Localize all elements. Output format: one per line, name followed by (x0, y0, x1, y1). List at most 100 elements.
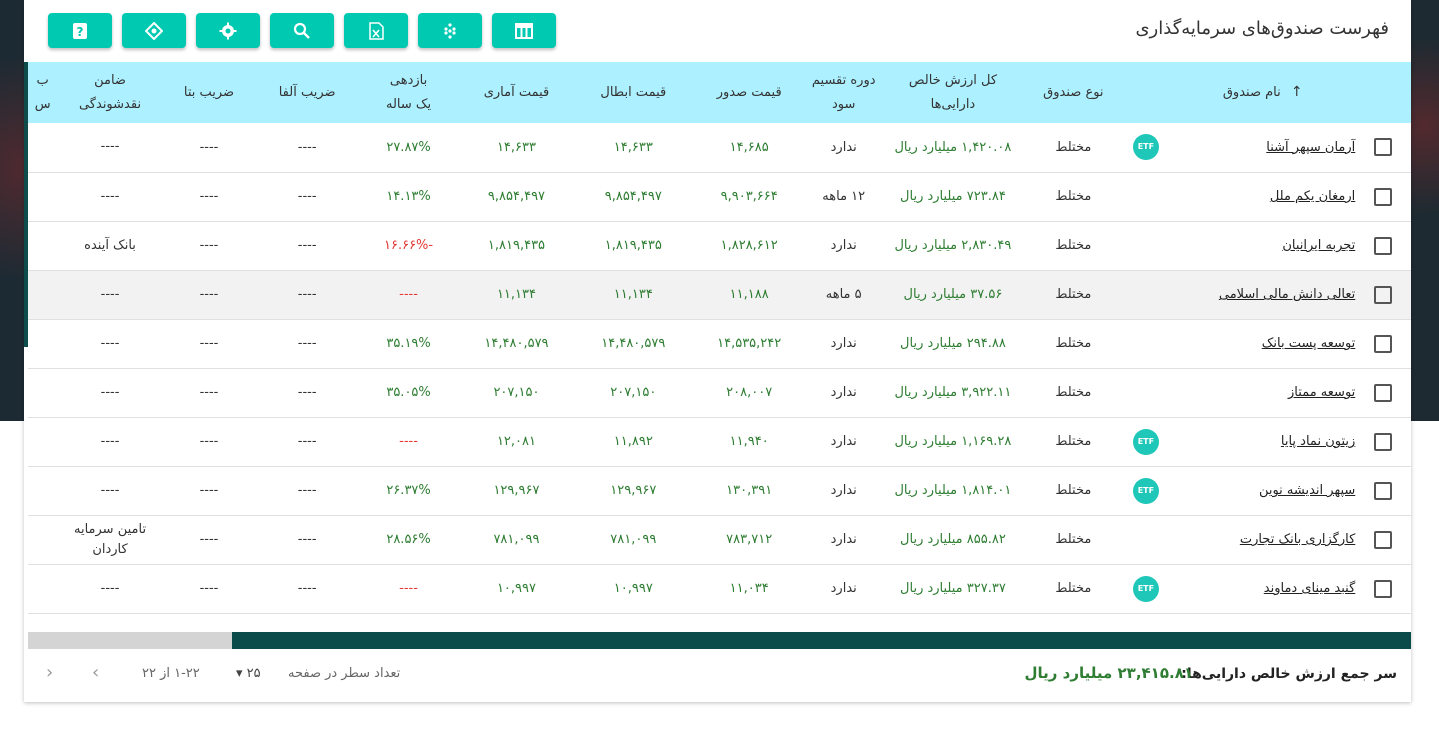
fund-name-link[interactable]: تعالی دانش مالی اسلامی (1219, 287, 1355, 302)
fund-type-cell: مختلط (1025, 466, 1122, 516)
row-checkbox-cell[interactable] (1355, 515, 1411, 565)
fund-type-cell: مختلط (1025, 564, 1122, 614)
table-row[interactable]: توسعه ممتاز مختلط ۳,۹۲۲.۱۱ میلیارد ریال ندا… (28, 368, 1411, 418)
header-fund-type[interactable]: نوع صندوق (1025, 62, 1122, 123)
columns-button[interactable] (492, 13, 556, 48)
row-checkbox-cell[interactable] (1355, 270, 1411, 320)
table-row[interactable]: گنبد مینای دماوند ETF مختلط ۳۲۷.۳۷ میلیارد … (28, 564, 1411, 614)
rows-per-page-label: تعداد سطر در صفحه (288, 666, 401, 681)
row-checkbox-cell[interactable] (1355, 564, 1411, 614)
row-checkbox-cell[interactable] (1355, 123, 1411, 173)
fund-name-link[interactable]: ارمغان یکم ملل (1270, 189, 1355, 204)
row-checkbox-cell[interactable] (1355, 466, 1411, 516)
funds-table-container[interactable]: ↑ نام صندوق نوع صندوق کل ارزش خالص دارایی… (28, 62, 1411, 632)
row-checkbox-cell[interactable] (1355, 172, 1411, 222)
table-row[interactable]: آرمان سپهر آشنا ETF مختلط ۱,۴۲۰.۰۸ میلیارد … (28, 123, 1411, 173)
density-button[interactable] (418, 13, 482, 48)
horizontal-scrollbar[interactable] (28, 632, 1411, 649)
dividend-period-cell: ندارد (806, 417, 881, 467)
header-nav[interactable]: کل ارزش خالص دارایی‌ها (880, 62, 1026, 123)
alpha-cell: ---- (255, 417, 360, 467)
sort-arrow-icon[interactable]: ↑ (1291, 84, 1303, 100)
header-cancel-price[interactable]: قیمت ابطال (574, 62, 692, 123)
reset-filters-button[interactable] (122, 13, 186, 48)
next-page-button[interactable]: › (92, 662, 99, 683)
issue-price-cell: ۱۱,۰۳۴ (691, 564, 807, 614)
header-truncated[interactable]: بس (28, 62, 58, 123)
row-checkbox-cell[interactable] (1355, 417, 1411, 467)
row-checkbox-cell[interactable] (1355, 319, 1411, 369)
gear-icon (219, 22, 237, 39)
excel-export-button[interactable] (344, 13, 408, 48)
guarantor-cell: ---- (57, 123, 163, 173)
fund-name-link[interactable]: زیتون نماد پایا (1281, 434, 1355, 449)
stat-price-cell: ۱۲,۰۸۱ (458, 417, 575, 467)
issue-price-cell: ۹,۹۰۳,۶۶۴ (691, 172, 807, 222)
header-issue-price[interactable]: قیمت صدور (691, 62, 807, 123)
etf-cell (1121, 172, 1171, 222)
rows-per-page-select[interactable]: ۲۵ ▾ (236, 666, 261, 681)
row-checkbox[interactable] (1374, 432, 1393, 451)
fund-type-cell: مختلط (1025, 319, 1122, 369)
fund-type-cell: مختلط (1025, 417, 1122, 467)
fund-name-link[interactable]: سپهر اندیشه نوین (1259, 483, 1355, 498)
row-checkbox[interactable] (1374, 579, 1393, 598)
stat-price-cell: ۷۸۱,۰۹۹ (458, 515, 575, 565)
table-row[interactable]: زیتون نماد پایا ETF مختلط ۱,۱۶۹.۲۸ میلیارد … (28, 417, 1411, 467)
fund-name-link[interactable]: کارگزاری بانک تجارت (1240, 532, 1355, 547)
fund-name-link[interactable]: توسعه ممتاز (1288, 385, 1355, 400)
guarantor-cell: ---- (57, 270, 163, 320)
cancel-price-cell: ۱,۸۱۹,۴۳۵ (574, 221, 692, 271)
fund-name-link[interactable]: آرمان سپهر آشنا (1266, 140, 1355, 155)
search-button[interactable] (270, 13, 334, 48)
row-checkbox[interactable] (1374, 383, 1393, 402)
fund-name-link[interactable]: توسعه پست بانک (1262, 336, 1356, 351)
row-checkbox-cell[interactable] (1355, 221, 1411, 271)
table-row[interactable]: کارگزاری بانک تجارت مختلط ۸۵۵.۸۲ میلیارد ر… (28, 515, 1411, 565)
header-liquidity-guarantor[interactable]: ضامن نقدشوندگی (57, 62, 163, 123)
stat-price-cell: ۹,۸۵۴,۴۹۷ (458, 172, 575, 222)
row-checkbox-cell[interactable] (1355, 368, 1411, 418)
scrollbar-thumb[interactable] (232, 632, 1411, 649)
truncated-cell (28, 466, 58, 516)
issue-price-cell: ۱۱,۹۴۰ (691, 417, 807, 467)
prev-page-button[interactable]: ‹ (46, 662, 53, 683)
table-row[interactable]: تجربه ایرانیان مختلط ۲,۸۳۰.۴۹ میلیارد ریال… (28, 221, 1411, 271)
header-fund-name[interactable]: ↑ نام صندوق (1170, 62, 1356, 123)
fund-name-link[interactable]: تجربه ایرانیان (1282, 238, 1355, 253)
total-nav-label: سر جمع ارزش خالص دارایی‌ها: (1181, 666, 1397, 682)
header-stat-price[interactable]: قیمت آماری (458, 62, 575, 123)
row-checkbox[interactable] (1374, 334, 1393, 353)
beta-cell: ---- (162, 466, 256, 516)
row-checkbox[interactable] (1374, 236, 1393, 255)
table-row[interactable]: سپهر اندیشه نوین ETF مختلط ۱,۸۱۴.۰۱ میلیارد… (28, 466, 1411, 516)
row-checkbox[interactable] (1374, 187, 1393, 206)
header-dividend-period[interactable]: دوره تقسیم سود (806, 62, 881, 123)
settings-button[interactable] (196, 13, 260, 48)
row-checkbox[interactable] (1374, 530, 1393, 549)
table-row[interactable]: توسعه پست بانک مختلط ۲۹۴.۸۸ میلیارد ریال ند… (28, 319, 1411, 369)
fund-name-link[interactable]: گنبد مینای دماوند (1264, 581, 1356, 596)
fund-name-cell: تجربه ایرانیان (1170, 221, 1356, 271)
help-button[interactable]: ? (48, 13, 112, 48)
fund-name-cell: گنبد مینای دماوند (1170, 564, 1356, 614)
reset-icon (145, 21, 163, 40)
alpha-cell: ---- (255, 368, 360, 418)
cancel-price-cell: ۲۰۷,۱۵۰ (574, 368, 692, 418)
annual-return-cell: ---- (359, 564, 459, 614)
truncated-cell (28, 270, 58, 320)
cancel-price-cell: ۱۰,۹۹۷ (574, 564, 692, 614)
truncated-cell (28, 368, 58, 418)
fund-type-cell: مختلط (1025, 221, 1122, 271)
table-row[interactable]: ارمغان یکم ملل مختلط ۷۲۳.۸۴ میلیارد ریال ۱۲… (28, 172, 1411, 222)
table-row[interactable]: تعالی دانش مالی اسلامی مختلط ۳۷.۵۶ میلیارد… (28, 270, 1411, 320)
header-annual-return[interactable]: بازدهی یک ساله (359, 62, 459, 123)
etf-cell: ETF (1121, 564, 1171, 614)
row-checkbox[interactable] (1374, 138, 1393, 157)
row-checkbox[interactable] (1374, 481, 1393, 500)
header-beta[interactable]: ضریب بتا (162, 62, 256, 123)
row-checkbox[interactable] (1374, 285, 1393, 304)
fund-type-cell: مختلط (1025, 368, 1122, 418)
header-alpha[interactable]: ضریب آلفا (255, 62, 360, 123)
stat-price-cell: ۱۰,۹۹۷ (458, 564, 575, 614)
